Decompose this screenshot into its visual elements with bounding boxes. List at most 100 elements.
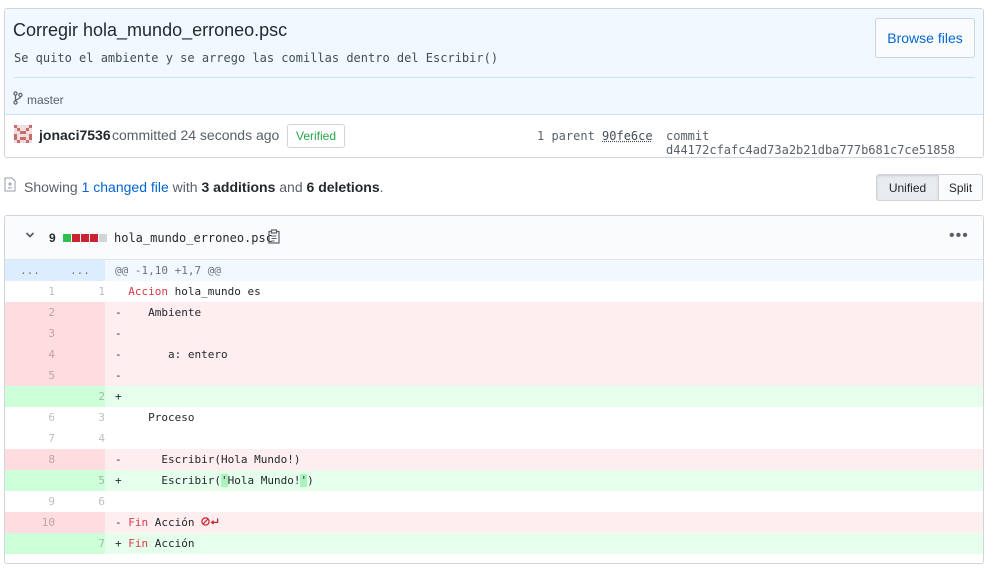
more-options-icon[interactable]: •••	[949, 227, 969, 245]
diff-marker	[115, 411, 122, 424]
unified-button[interactable]: Unified	[876, 174, 939, 201]
changed-files-link[interactable]: 1 changed file	[82, 179, 169, 195]
diff-line-context: 96	[5, 491, 983, 512]
code-text: Escribir(Hola Mundo!)	[128, 453, 301, 466]
old-line-number[interactable]: 2	[5, 302, 55, 323]
diff-marker: -	[115, 516, 122, 529]
avatar[interactable]	[14, 125, 32, 143]
split-button[interactable]: Split	[939, 174, 983, 201]
keyword: Fin	[128, 537, 149, 550]
old-line-number[interactable]: 8	[5, 449, 55, 470]
new-line-number[interactable]	[55, 344, 105, 365]
code-line: + Fin Acción	[105, 533, 983, 554]
old-line-number[interactable]	[5, 470, 55, 491]
old-line-number[interactable]: 6	[5, 407, 55, 428]
new-line-number[interactable]	[55, 365, 105, 386]
expand-down-button[interactable]: ...	[55, 260, 105, 281]
expand-up-button[interactable]: ...	[5, 260, 55, 281]
new-line-number[interactable]	[55, 512, 105, 533]
diff-view-toggle: Unified Split	[876, 174, 983, 201]
diff-marker: +	[115, 474, 122, 487]
hunk-row: ... ... @@ -1,10 +1,7 @@	[5, 260, 983, 281]
code-line	[105, 428, 983, 449]
code-text: Proceso	[128, 411, 195, 424]
divider	[14, 77, 975, 78]
diffstat	[63, 234, 107, 242]
diffstat-block-neutral	[99, 234, 107, 242]
code-line: - Ambiente	[105, 302, 983, 323]
new-line-number[interactable]: 1	[55, 281, 105, 302]
diff-line-added: 2 +	[5, 386, 983, 407]
code-text: )	[307, 474, 314, 487]
diff-marker: -	[115, 453, 122, 466]
no-newline-icon	[194, 516, 219, 529]
browse-files-button[interactable]: Browse files	[875, 18, 975, 58]
new-line-number[interactable]	[55, 449, 105, 470]
code-text: Escribir(	[128, 474, 221, 487]
old-line-number[interactable]	[5, 386, 55, 407]
old-line-number[interactable]: 1	[5, 281, 55, 302]
commit-sha-info: commit d44172cfafc4ad73a2b21dba777b681c7…	[666, 129, 983, 157]
commit-box: Corregir hola_mundo_erroneo.psc Se quito…	[4, 8, 984, 158]
diffstat-block-deleted	[81, 234, 89, 242]
old-line-number[interactable]	[5, 533, 55, 554]
parent-sha-link[interactable]: 90fe6ce	[602, 129, 653, 143]
old-line-number[interactable]: 9	[5, 491, 55, 512]
new-line-number[interactable]: 6	[55, 491, 105, 512]
diff-marker: -	[115, 369, 122, 382]
and-label: and	[279, 179, 303, 195]
diff-marker: +	[115, 390, 122, 403]
diff-line-context: 74	[5, 428, 983, 449]
commit-sha: d44172cfafc4ad73a2b21dba777b681c7ce51858	[666, 143, 955, 157]
diff-marker	[115, 495, 122, 508]
commit-title: Corregir hola_mundo_erroneo.psc	[13, 20, 288, 40]
new-line-number[interactable]: 2	[55, 386, 105, 407]
commit-label: commit	[666, 129, 710, 143]
diff-table: ... ... @@ -1,10 +1,7 @@ 11 Accion hola_…	[5, 260, 983, 554]
chevron-down-icon[interactable]	[25, 229, 35, 243]
diff-summary: Showing 1 changed file with 3 additions …	[24, 179, 384, 195]
old-line-number[interactable]: 10	[5, 512, 55, 533]
old-line-number[interactable]: 3	[5, 323, 55, 344]
with-label: with	[172, 179, 198, 195]
verified-badge[interactable]: Verified	[287, 124, 345, 148]
author-link[interactable]: jonaci7536	[39, 127, 111, 143]
code-text: hola_mundo es	[168, 285, 261, 298]
new-line-number[interactable]	[55, 302, 105, 323]
commit-description: Se quito el ambiente y se arrego las com…	[14, 51, 499, 65]
new-line-number[interactable]: 5	[55, 470, 105, 491]
commit-header: Corregir hola_mundo_erroneo.psc Se quito…	[5, 9, 983, 115]
code-text: Acción	[148, 516, 195, 529]
diff-line-deleted: 8 - Escribir(Hola Mundo!)	[5, 449, 983, 470]
keyword: Fin	[128, 516, 149, 529]
diff-line-added: 7 + Fin Acción	[5, 533, 983, 554]
diff-marker: +	[115, 537, 122, 550]
code-text: Ambiente	[128, 306, 202, 319]
hunk-header: @@ -1,10 +1,7 @@	[105, 260, 983, 281]
new-line-number[interactable]: 3	[55, 407, 105, 428]
code-text: Hola Mundo!	[227, 474, 301, 487]
file-name-link[interactable]: hola_mundo_erroneo.psc	[114, 231, 273, 245]
old-line-number[interactable]: 5	[5, 365, 55, 386]
branch-indicator[interactable]: master	[13, 91, 64, 108]
parent-info: 1 parent 90fe6ce	[537, 129, 653, 143]
branch-name: master	[27, 92, 64, 107]
deletions-count: 6 deletions	[306, 179, 380, 195]
keyword: Accion	[128, 285, 168, 298]
old-line-number[interactable]: 4	[5, 344, 55, 365]
code-text: a: entero	[128, 348, 228, 361]
diffstat-block-deleted	[90, 234, 98, 242]
diff-marker	[115, 432, 122, 445]
clipboard-icon[interactable]	[268, 229, 281, 249]
new-line-number[interactable]: 4	[55, 428, 105, 449]
new-line-number[interactable]	[55, 323, 105, 344]
committed-time: committed 24 seconds ago	[112, 127, 280, 143]
code-line: +	[105, 386, 983, 407]
old-line-number[interactable]: 7	[5, 428, 55, 449]
diff-marker: -	[115, 348, 122, 361]
showing-label: Showing	[24, 179, 78, 195]
change-count: 9	[49, 231, 56, 245]
new-line-number[interactable]: 7	[55, 533, 105, 554]
diff-line-context: 63 Proceso	[5, 407, 983, 428]
file-diff-icon	[4, 177, 16, 197]
